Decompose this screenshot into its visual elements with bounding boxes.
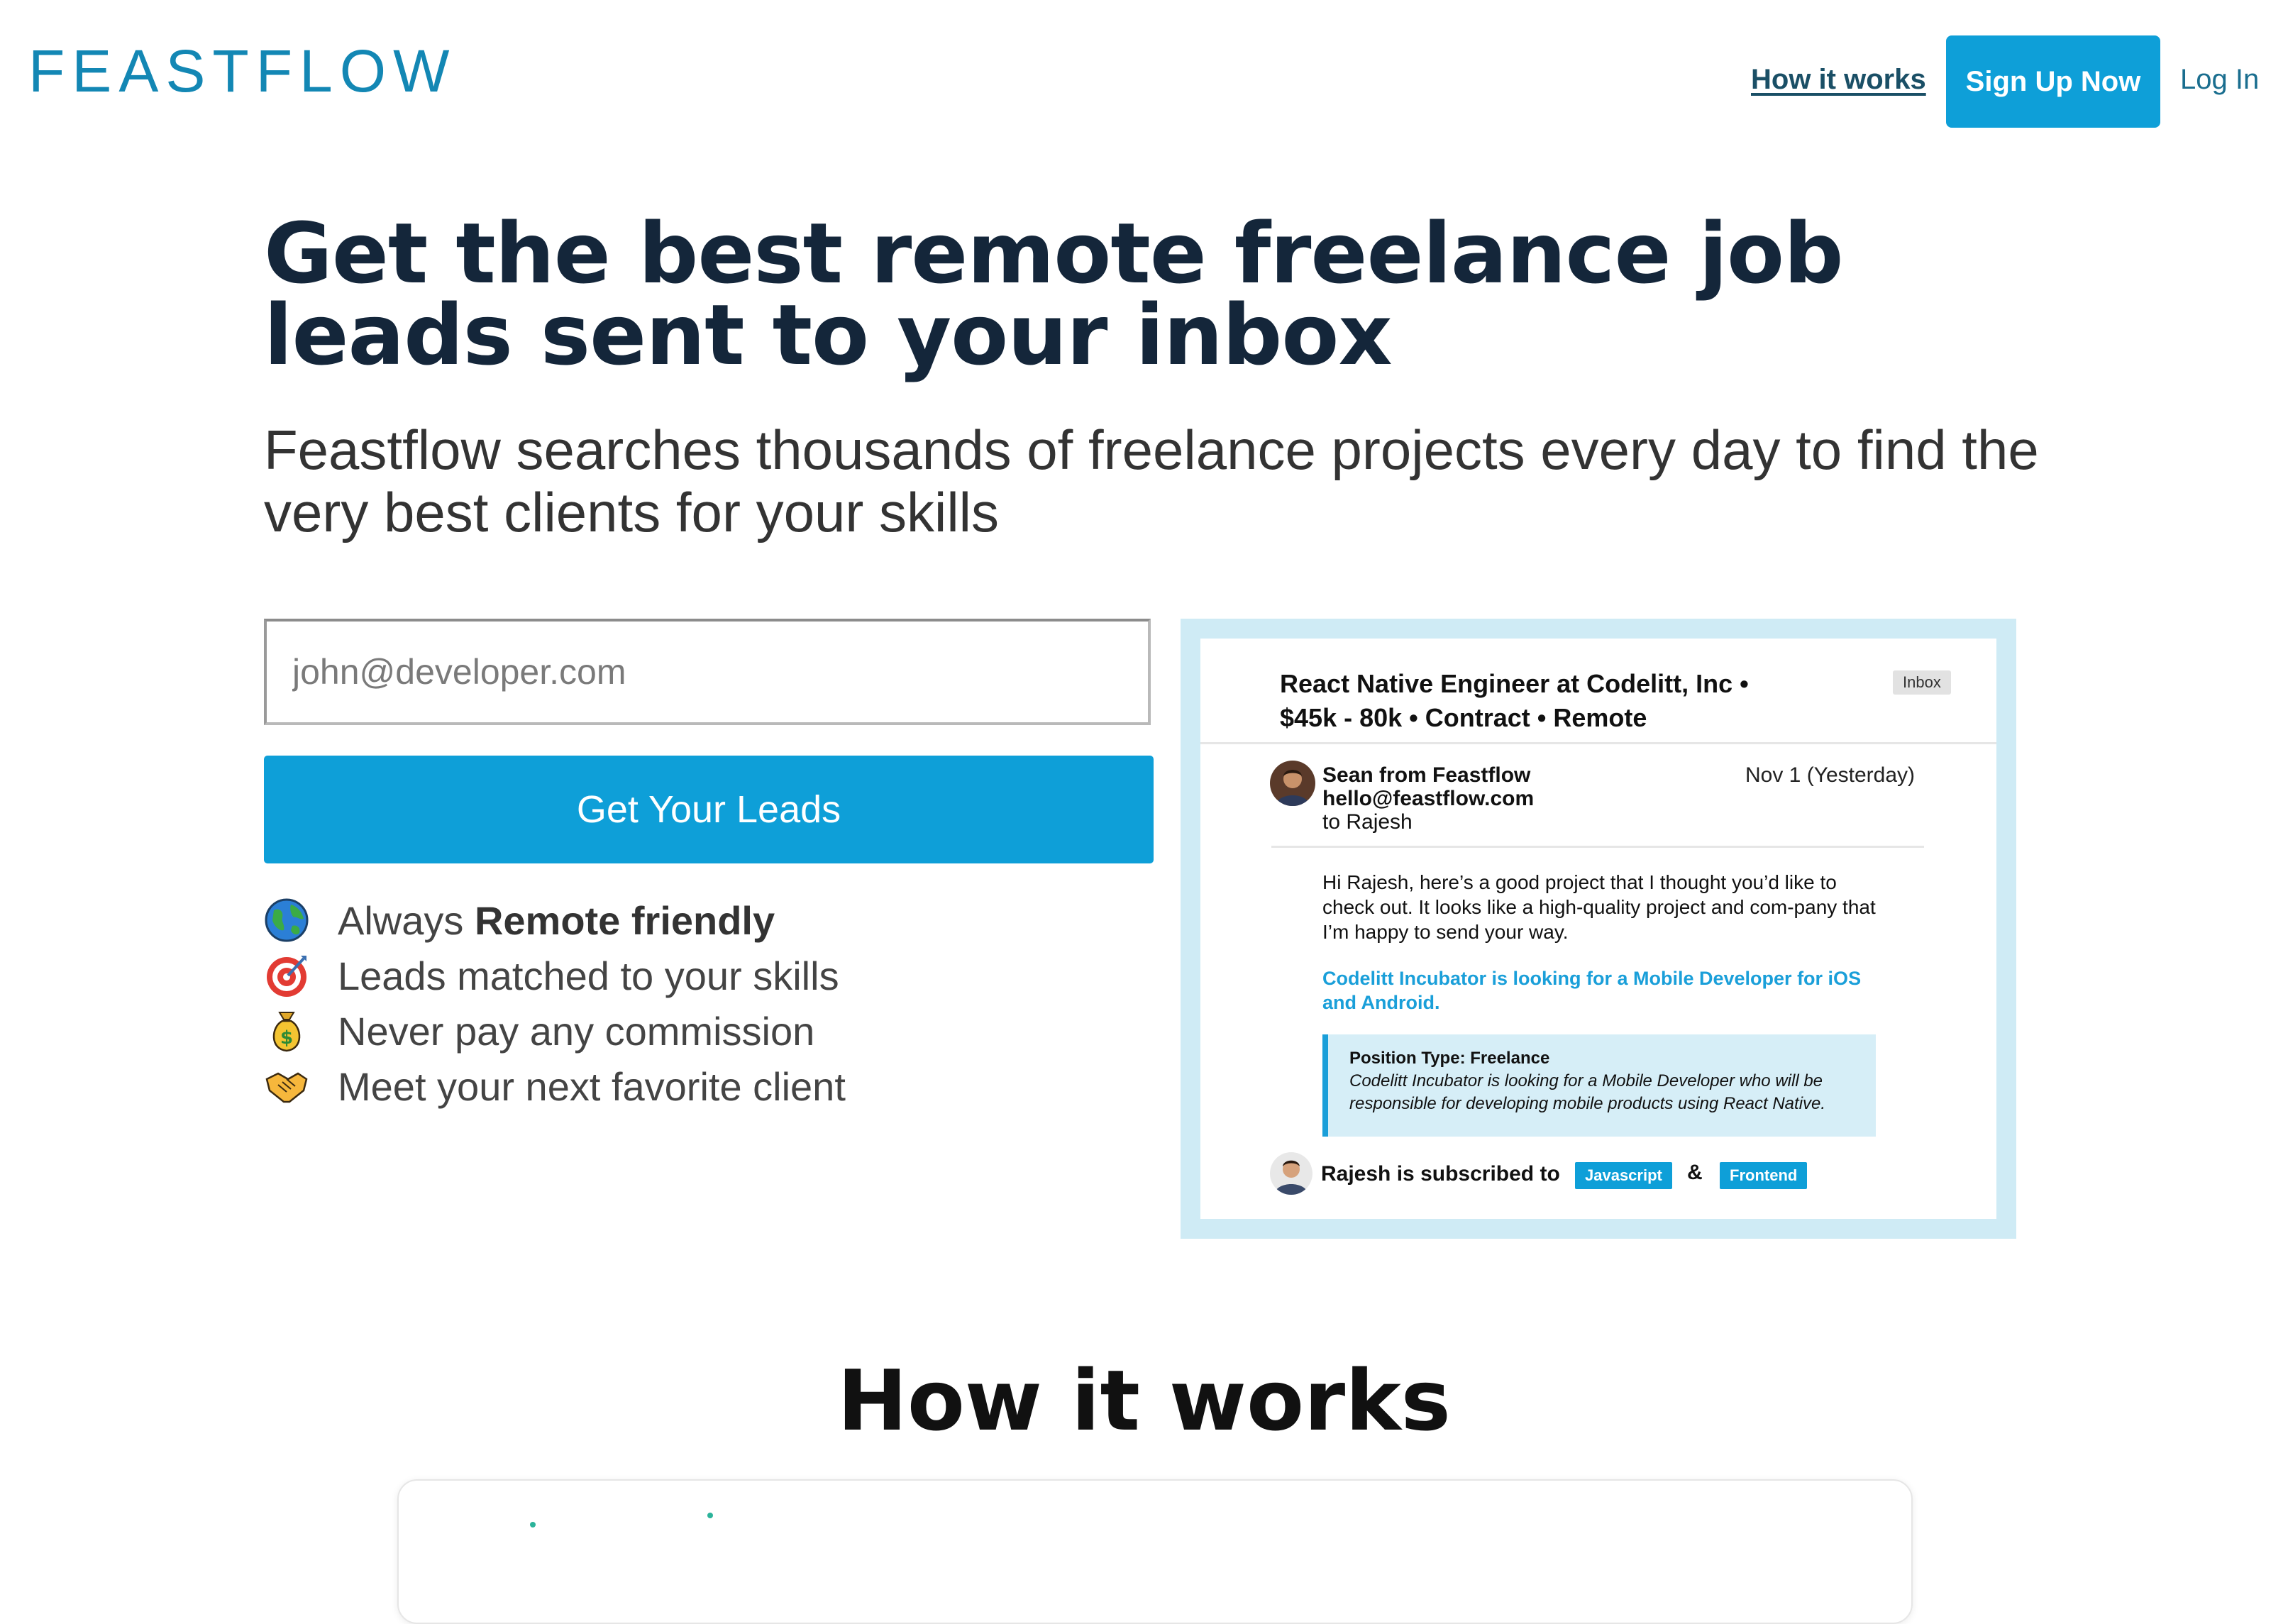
email-subject-line2: $45k - 80k • Contract • Remote [1280,703,1647,732]
feature-list: Always Remote friendly Leads matched to … [264,893,846,1114]
feature-item: Leads matched to your skills [264,948,846,1003]
get-leads-button[interactable]: Get Your Leads [264,756,1154,863]
email-body: Hi Rajesh, here’s a good project that I … [1322,871,1876,943]
hero-subtitle: Feastflow searches thousands of freelanc… [264,419,2039,543]
handshake-icon [265,1072,308,1103]
ampersand: & [1687,1161,1703,1184]
sender-name: Sean from Feastflow [1322,763,1531,787]
email-preview-card: React Native Engineer at Codelitt, Inc •… [1200,639,1996,1219]
log-in-link[interactable]: Log In [2180,64,2259,96]
decorative-dot [707,1513,713,1518]
email-subject: React Native Engineer at Codelitt, Inc •… [1280,667,1819,735]
feature-text: Leads matched to your skills [338,953,839,998]
sign-up-button[interactable]: Sign Up Now [1946,35,2160,128]
money-bag-icon: $ [272,1012,301,1052]
how-it-works-card [397,1479,1913,1624]
sender-info: Sean from Feastflow hello@feastflow.com … [1322,763,1534,834]
tag-javascript: Javascript [1575,1162,1672,1189]
position-description: Codelitt Incubator is looking for a Mobi… [1349,1071,1826,1113]
feature-item: Always Remote friendly [264,893,846,948]
sender-email: hello@feastflow.com [1322,787,1535,810]
nav-how-it-works-link[interactable]: How it works [1751,64,1926,96]
divider [1271,846,1924,848]
email-preview: React Native Engineer at Codelitt, Inc •… [1181,619,2016,1239]
email-subject-line1: React Native Engineer at Codelitt, Inc • [1280,669,1749,698]
hero-title: Get the best remote freelance job leads … [264,204,1844,384]
email-input[interactable] [264,619,1151,725]
tag-frontend: Frontend [1720,1162,1808,1189]
position-type: Position Type: Freelance [1349,1049,1550,1068]
feature-item: Meet your next favorite client [264,1059,846,1114]
sender-avatar [1270,761,1315,806]
position-quote: Position Type: Freelance Codelitt Incuba… [1322,1034,1876,1137]
target-icon [267,956,306,997]
decorative-dot [530,1522,536,1528]
divider [1200,742,1996,744]
email-date: Nov 1 (Yesterday) [1745,763,1916,787]
recipient: to Rajesh [1322,810,1413,834]
feature-item: $ Never pay any commission [264,1003,846,1059]
globe-icon [265,898,309,942]
feature-text: Meet your next favorite client [338,1064,846,1109]
inbox-badge: Inbox [1893,670,1951,695]
subscribed-text: Rajesh is subscribed to [1321,1162,1560,1186]
subscriber-avatar [1270,1152,1312,1195]
logo[interactable]: FEASTFLOW [28,41,456,101]
project-link: Codelitt Incubator is looking for a Mobi… [1322,968,1862,1013]
feature-prefix: Always [338,897,475,943]
feature-bold-text: Remote friendly [474,897,775,943]
how-it-works-title: How it works [837,1352,1451,1449]
feature-text: Never pay any commission [338,1008,815,1054]
svg-text:$: $ [280,1027,293,1049]
